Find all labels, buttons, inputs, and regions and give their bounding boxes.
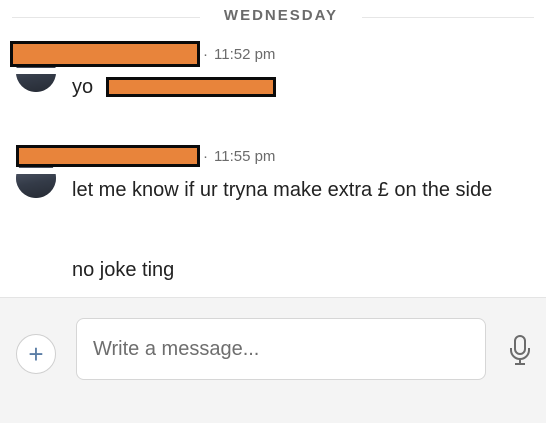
message-text: yo <box>72 76 94 98</box>
timestamp: 11:55 pm <box>214 148 276 165</box>
message-composer: + <box>0 297 546 423</box>
voice-message-button[interactable] <box>508 334 532 366</box>
divider-right <box>362 17 534 18</box>
message-meta: · 11:55 pm <box>203 148 276 165</box>
message-text: let me know if ur tryna make extra £ on … <box>72 179 493 201</box>
message-input[interactable] <box>76 318 486 380</box>
timestamp: 11:52 pm <box>214 46 276 63</box>
date-label: WEDNESDAY <box>223 7 339 24</box>
date-separator: WEDNESDAY <box>0 4 546 30</box>
redacted-sender-name <box>10 41 200 67</box>
divider-left <box>12 17 200 18</box>
redacted-mention <box>106 77 276 97</box>
plus-icon: + <box>28 339 44 369</box>
add-attachment-button[interactable]: + <box>16 334 56 374</box>
redacted-sender-name <box>16 145 200 167</box>
microphone-icon <box>510 335 530 365</box>
header-spacer <box>10 68 190 74</box>
message-text: no joke ting <box>72 259 175 281</box>
message-meta: · 11:52 pm <box>203 46 276 63</box>
